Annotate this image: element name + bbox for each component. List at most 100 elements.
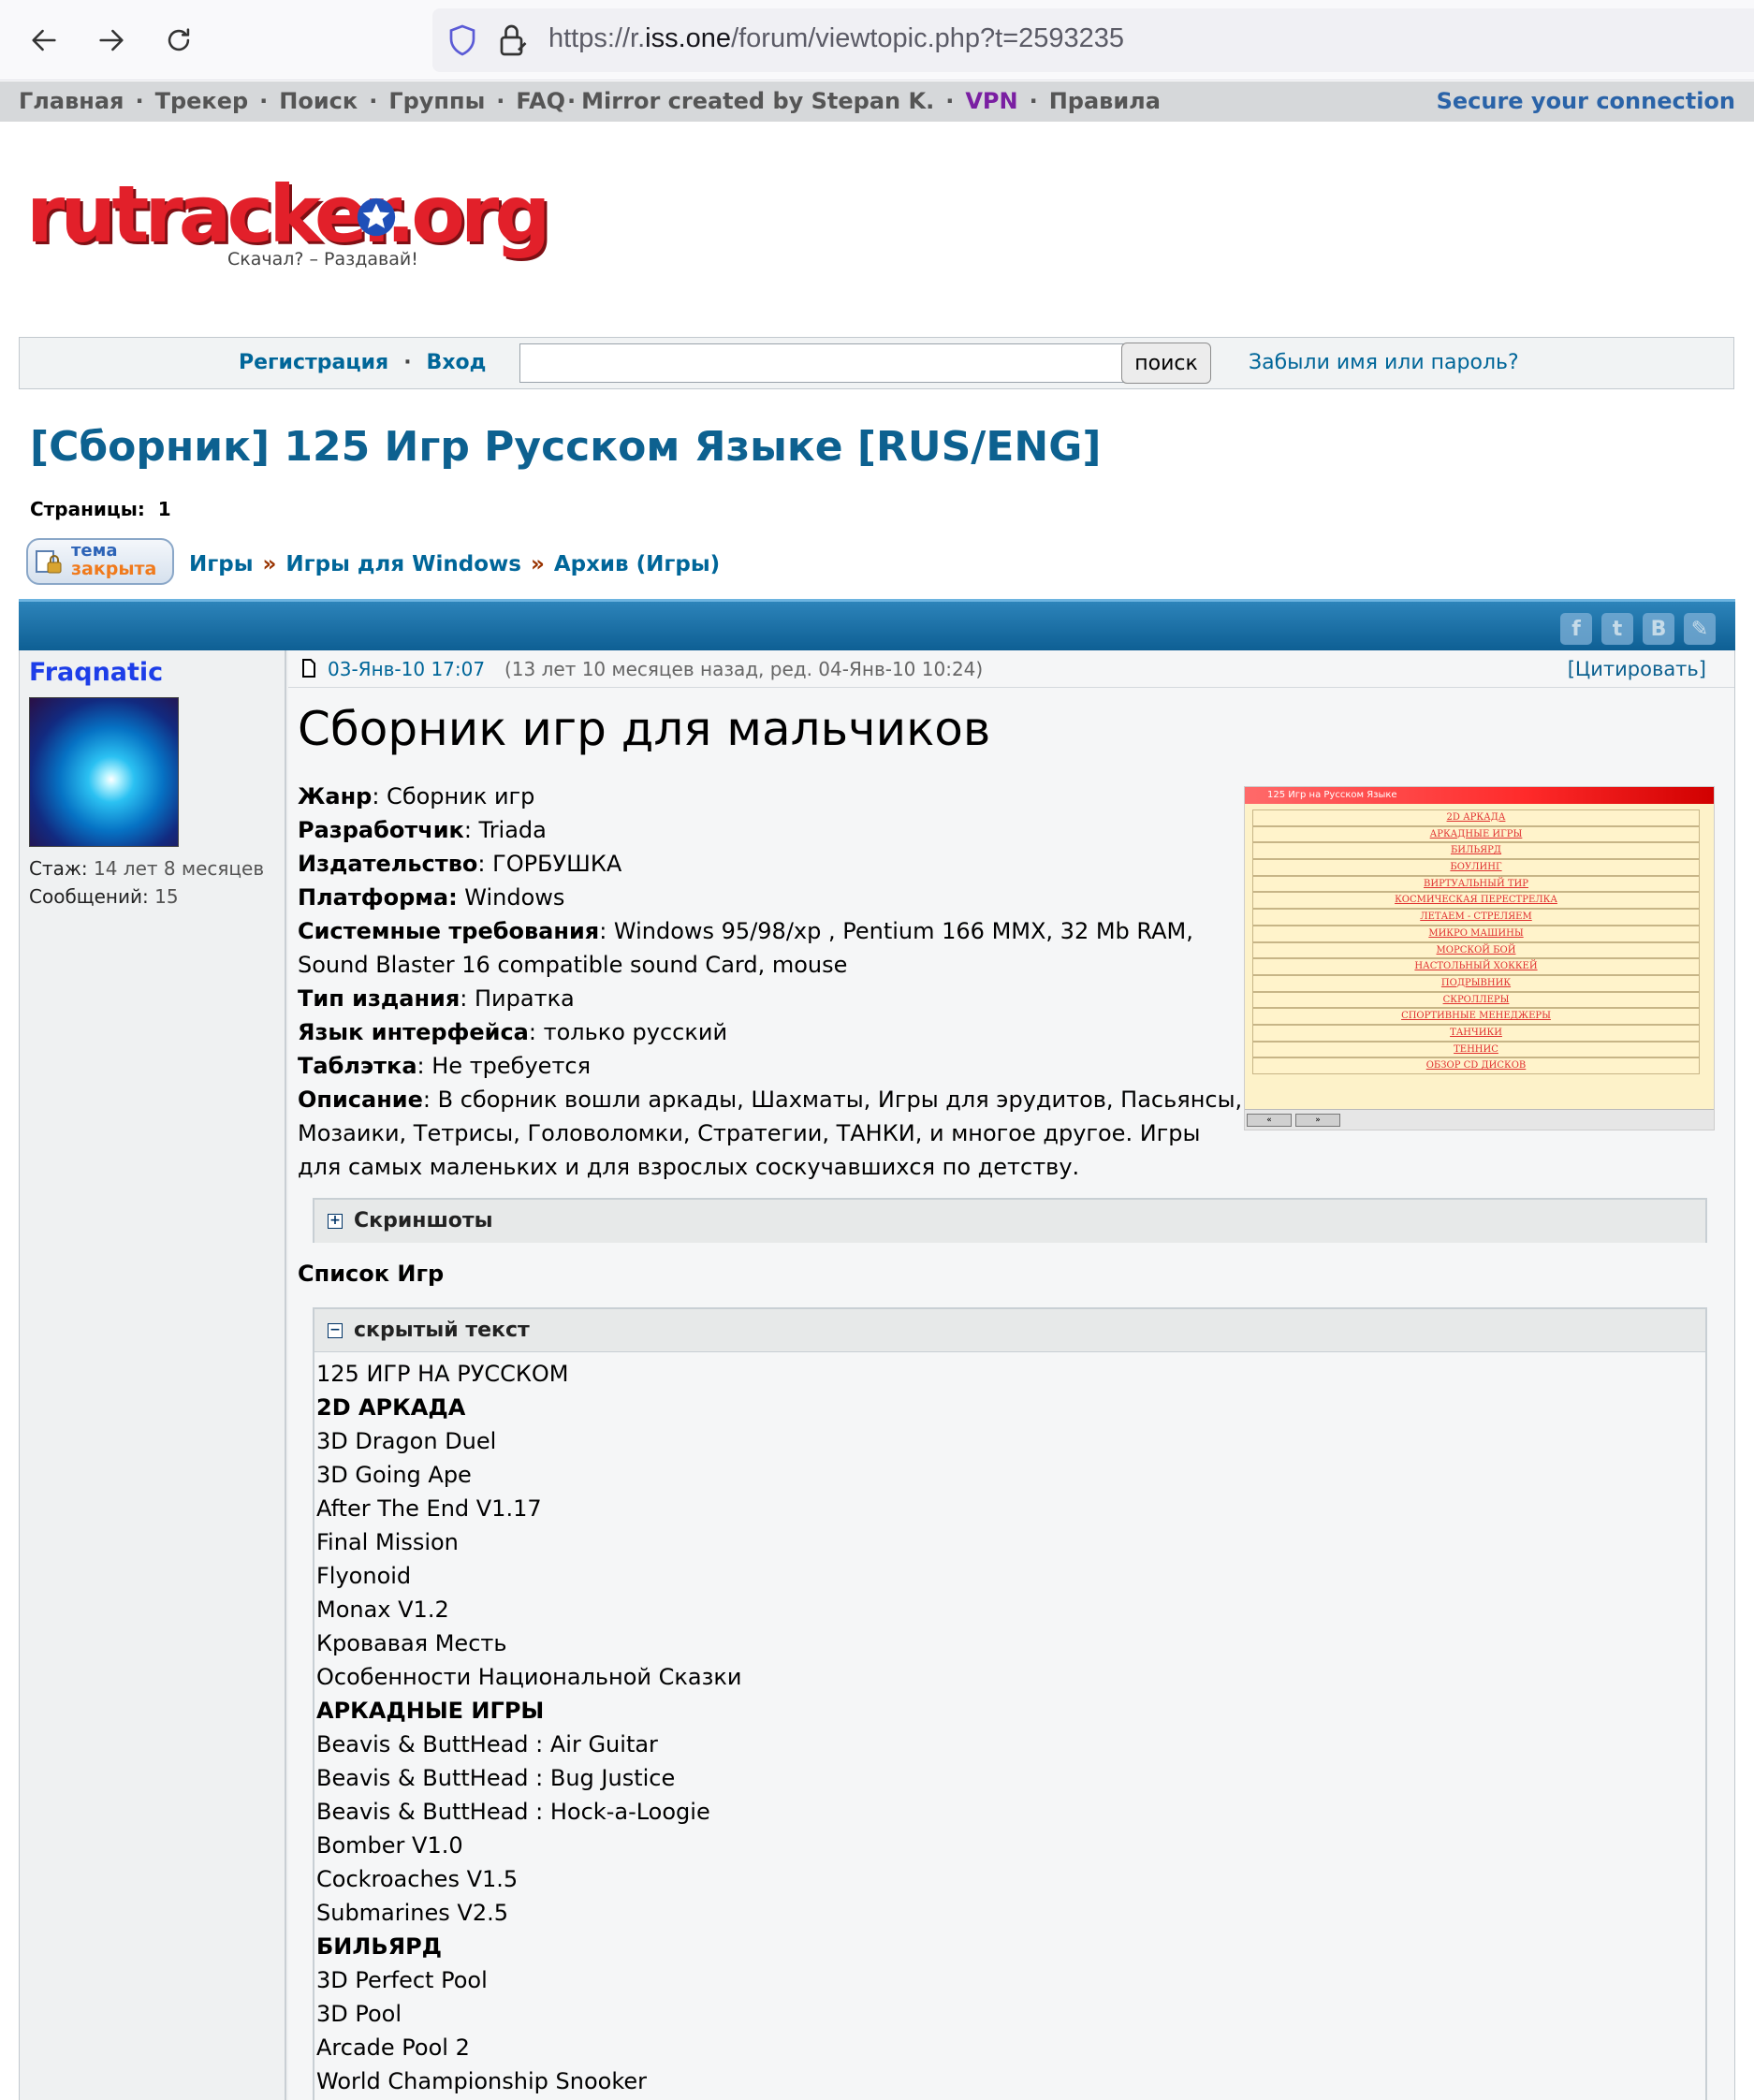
screenshot-menu-item: МОРСКОЙ БОЙ	[1252, 941, 1700, 959]
logo-tagline: Скачал? – Раздавай!	[227, 249, 418, 270]
game-item: Особенности Национальной Сказки	[316, 1664, 742, 1690]
post: Fraqnatic Стаж: 14 лет 8 месяцев Сообщен…	[19, 650, 1735, 2100]
screenshot-menu-item: 2D АРКАДА	[1252, 809, 1700, 826]
screenshot-menu-item: СКРОЛЛЕРЫ	[1252, 991, 1700, 1009]
register-link[interactable]: Регистрация	[239, 351, 388, 374]
login-bar: Регистрация · Вход поиск Забыли имя или па…	[19, 337, 1734, 389]
site-logo[interactable]: rutracker.org Скачал? – Раздавай!	[26, 168, 550, 281]
shield-icon[interactable]	[446, 23, 479, 57]
game-item: Cockroaches V1.5	[316, 1866, 519, 1892]
screenshot-menu-item: КОСМИЧЕСКАЯ ПЕРЕСТРЕЛКА	[1252, 892, 1700, 910]
lock-icon[interactable]	[496, 22, 530, 59]
game-item: Arcade Pool 2	[316, 2034, 470, 2061]
reload-button[interactable]	[157, 19, 200, 62]
star-icon	[357, 197, 396, 237]
search-input[interactable]	[519, 343, 1133, 383]
author-name[interactable]: Fraqnatic	[29, 658, 163, 687]
game-item: 3D Dragon Duel	[316, 1428, 497, 1454]
url-text[interactable]: https://r.iss.one/forum/viewtopic.php?t=…	[548, 23, 1124, 54]
post-content: 03-Янв-10 17:07 (13 лет 10 месяцев назад…	[288, 650, 1734, 2100]
cover-screenshot[interactable]: 125 Игр на Русском Языке 2D АРКАДА АРКАДН…	[1244, 786, 1715, 1130]
game-item: 3D Perfect Pool	[316, 1967, 488, 1993]
post-table-header: f t B ✎	[19, 599, 1735, 650]
reload-icon	[168, 28, 190, 51]
screenshot-footer: « »	[1245, 1109, 1714, 1130]
posts-value: 15	[154, 885, 179, 908]
screenshot-menu-item: ОБЗОР CD ДИСКОВ	[1252, 1057, 1700, 1074]
pages-label: Страницы:	[30, 498, 145, 520]
login-link[interactable]: Вход	[427, 351, 487, 374]
forgot-password-link[interactable]: Забыли имя или пароль?	[1249, 351, 1519, 374]
spec-release-type: Тип издания: Пиратка	[298, 985, 575, 1012]
breadcrumb-separator: »	[530, 552, 545, 576]
screenshot-next-button: »	[1295, 1114, 1340, 1127]
forward-button[interactable]	[90, 19, 133, 62]
avatar	[29, 697, 179, 847]
screenshot-menu-item: БОУЛИНГ	[1252, 859, 1700, 876]
collapse-icon: −	[328, 1323, 343, 1338]
back-button[interactable]	[22, 19, 66, 62]
release-specs: Жанр: Сборник игр Разработчик: Triada Из…	[298, 780, 1243, 1184]
screenshot-menu-item: АРКАДНЫЕ ИГРЫ	[1252, 825, 1700, 843]
spec-genre: Жанр: Сборник игр	[298, 783, 535, 809]
quote-button[interactable]: [Цитировать]	[1568, 658, 1706, 680]
game-item: 3D Pool	[316, 2001, 402, 2027]
screenshot-menu: 2D АРКАДА АРКАДНЫЕ ИГРЫ БИЛЬЯРД БОУЛИНГ ВИРТ…	[1252, 809, 1700, 1074]
search-button[interactable]: поиск	[1121, 343, 1211, 384]
site-top-menu: Главная · Трекер · Поиск · Группы · FAQ · Mir…	[0, 81, 1754, 122]
spoiler-label: Скриншоты	[354, 1209, 493, 1232]
spoiler-label: скрытый текст	[354, 1319, 530, 1342]
posts-label: Сообщений:	[29, 885, 149, 908]
game-item: World Championship Snooker	[316, 2068, 647, 2094]
post-date[interactable]: 03-Янв-10 17:07	[328, 658, 485, 680]
menu-vpn[interactable]: VPN	[965, 88, 1017, 114]
screenshot-menu-item: ТАНЧИКИ	[1252, 1024, 1700, 1042]
spoiler-header[interactable]: + Скриншоты	[314, 1200, 1705, 1243]
games-category-heading: 2D АРКАДА	[316, 1394, 466, 1421]
author-panel: Fraqnatic Стаж: 14 лет 8 месяцев Сообщен…	[20, 650, 286, 2100]
games-list: 125 ИГР НА РУССКОМ 2D АРКАДА 3D Dragon Due…	[316, 1357, 741, 2098]
game-item: Beavis & ButtHead : Air Guitar	[316, 1731, 658, 1757]
game-item: 3D Going Ape	[316, 1462, 472, 1488]
breadcrumb-games[interactable]: Игры	[189, 552, 254, 576]
screenshots-spoiler[interactable]: + Скриншоты	[313, 1198, 1707, 1243]
address-bar[interactable]: https://r.iss.one/forum/viewtopic.php?t=…	[432, 8, 1754, 72]
twitter-icon[interactable]: t	[1601, 613, 1633, 645]
breadcrumb: Игры » Игры для Windows » Архив (Игры)	[189, 552, 720, 576]
menu-search[interactable]: Поиск	[279, 88, 358, 114]
author-stats: Стаж: 14 лет 8 месяцев Сообщений: 15	[29, 854, 264, 911]
arrow-left-icon	[32, 29, 56, 51]
games-category-heading: АРКАДНЫЕ ИГРЫ	[316, 1698, 545, 1724]
screenshot-menu-item: ВИРТУАЛЬНЫЙ ТИР	[1252, 875, 1700, 893]
menu-tracker[interactable]: Трекер	[155, 88, 249, 114]
vk-icon[interactable]: B	[1643, 613, 1674, 645]
topic-title[interactable]: [Сборник] 125 Игр Русском Языке [RUS/ENG…	[30, 423, 1101, 471]
spec-crack: Таблэтка: Не требуется	[298, 1053, 592, 1079]
game-item: Bomber V1.0	[316, 1832, 463, 1859]
game-item: Flyonoid	[316, 1563, 412, 1589]
spoiler-header[interactable]: − скрытый текст	[314, 1309, 1705, 1352]
menu-home[interactable]: Главная	[19, 88, 124, 114]
menu-rules[interactable]: Правила	[1049, 88, 1161, 114]
page-number: 1	[157, 498, 171, 520]
arrow-right-icon	[99, 29, 124, 51]
menu-faq[interactable]: FAQ	[516, 88, 565, 114]
facebook-icon[interactable]: f	[1560, 613, 1592, 645]
post-age: (13 лет 10 месяцев назад, ред. 04-Янв-10…	[504, 658, 984, 680]
livejournal-icon[interactable]: ✎	[1684, 613, 1716, 645]
screenshot-prev-button: «	[1247, 1114, 1292, 1127]
screenshot-menu-item: ПОДРЫВНИК	[1252, 974, 1700, 992]
topic-closed-badge: тема закрыта	[26, 538, 174, 585]
secure-connection-link[interactable]: Secure your connection	[1437, 88, 1735, 114]
breadcrumb-archive[interactable]: Архив (Игры)	[554, 552, 720, 576]
spec-platform: Платформа: Windows	[298, 884, 565, 911]
game-item: Beavis & ButtHead : Bug Justice	[316, 1765, 676, 1791]
game-item: Beavis & ButtHead : Hock-a-Loogie	[316, 1799, 710, 1825]
menu-mirror[interactable]: Mirror created by Stepan K.	[581, 88, 934, 114]
menu-groups[interactable]: Группы	[388, 88, 485, 114]
expand-icon: +	[328, 1214, 343, 1229]
games-category-heading: БИЛЬЯРД	[316, 1933, 443, 1960]
breadcrumb-windows-games[interactable]: Игры для Windows	[285, 552, 521, 576]
screenshot-menu-item: БИЛЬЯРД	[1252, 842, 1700, 860]
screenshot-menu-item: ЛЕТАЕМ - СТРЕЛЯЕМ	[1252, 909, 1700, 926]
